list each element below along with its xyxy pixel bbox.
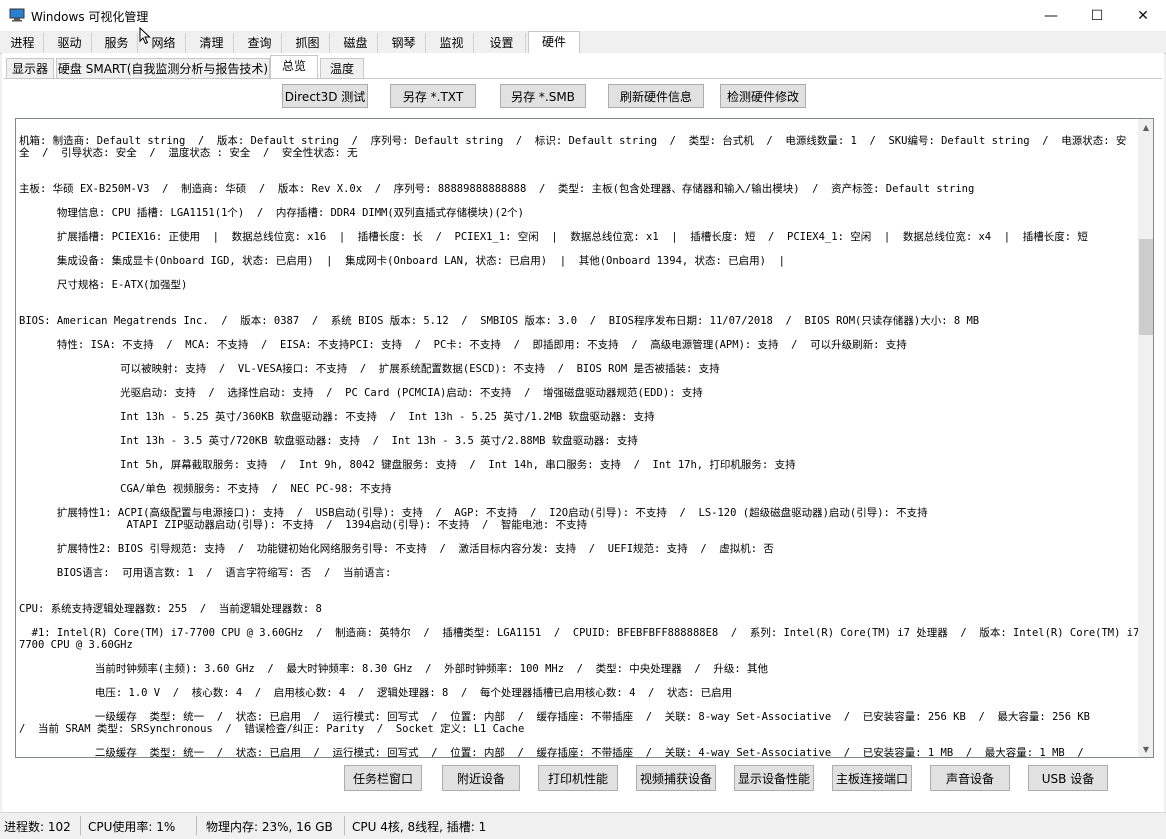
close-button[interactable]: ✕	[1120, 0, 1166, 31]
status-separator	[80, 816, 81, 835]
text-line: Int 13h - 3.5 英寸/720KB 软盘驱动器: 支持 / Int 1…	[19, 435, 638, 447]
window-title: Windows 可视化管理	[31, 10, 149, 24]
text-line: 扩展特性1: ACPI(高级配置与电源接口): 支持 / USB启动(引导): …	[19, 507, 928, 519]
text-line: / 当前 SRAM 类型: SRSynchronous / 错误检查/纠正: P…	[19, 723, 525, 735]
video-capture-button[interactable]: 视频捕获设备	[636, 765, 716, 791]
hardware-panel: 显示器 硬盘 SMART(自我监测分析与报告技术) 总览 温度 Direct3D…	[2, 53, 1164, 812]
app-icon	[9, 8, 25, 22]
maximize-button[interactable]: ☐	[1074, 0, 1120, 31]
text-line: 可以被映射: 支持 / VL-VESA接口: 不支持 / 扩展系统配置数据(ES…	[19, 363, 720, 375]
refresh-hardware-button[interactable]: 刷新硬件信息	[608, 84, 704, 108]
status-bar: 进程数: 102 CPU使用率: 1% 物理内存: 23%, 16 GB CPU…	[0, 812, 1166, 839]
text-line: 7700 CPU @ 3.60GHz	[19, 639, 133, 651]
text-line: #1: Intel(R) Core(TM) i7-7700 CPU @ 3.60…	[19, 627, 1146, 639]
text-line: CPU: 系统支持逻辑处理器数: 255 / 当前逻辑处理器数: 8	[19, 603, 322, 615]
minimize-icon: —	[1044, 7, 1058, 24]
text-line: BIOS语言: 可用语言数: 1 / 语言字符缩写: 否 / 当前语言:	[19, 567, 392, 579]
text-line: 集成设备: 集成显卡(Onboard IGD, 状态: 已启用) | 集成网卡(…	[19, 255, 785, 267]
text-line: 特性: ISA: 不支持 / MCA: 不支持 / EISA: 不支持PCI: …	[19, 339, 907, 351]
scrollbar-thumb[interactable]	[1139, 239, 1153, 335]
text-line: BIOS: American Megatrends Inc. / 版本: 038…	[19, 315, 980, 327]
text-line: CGA/单色 视频服务: 不支持 / NEC PC-98: 不支持	[19, 483, 392, 495]
tab-clean[interactable]: 清理	[190, 33, 234, 53]
text-line: 一级缓存 类型: 统一 / 状态: 已启用 / 运行模式: 回写式 / 位置: …	[19, 711, 1091, 723]
close-icon: ✕	[1137, 7, 1149, 24]
main-tab-bar: 进程 驱动 服务 网络 清理 查询 抓图 磁盘 钢琴 监视 设置 硬件	[0, 31, 1166, 54]
text-line: 机箱: 制造商: Default string / 版本: Default st…	[19, 135, 1127, 147]
motherboard-ports-button[interactable]: 主板连接端口	[832, 765, 912, 791]
text-line: 电压: 1.0 V / 核心数: 4 / 启用核心数: 4 / 逻辑处理器: 8…	[19, 687, 733, 699]
status-separator	[344, 816, 345, 835]
status-separator	[196, 816, 197, 835]
tab-process[interactable]: 进程	[2, 33, 44, 53]
display-performance-button[interactable]: 显示设备性能	[734, 765, 814, 791]
tab-hardware[interactable]: 硬件	[528, 31, 580, 54]
title-bar: Windows 可视化管理 — ☐ ✕	[0, 0, 1166, 31]
subtab-smart[interactable]: 硬盘 SMART(自我监测分析与报告技术)	[56, 58, 270, 78]
subtab-divider	[4, 78, 1162, 79]
taskbar-window-button[interactable]: 任务栏窗口	[344, 765, 422, 791]
text-line: 扩展特性2: BIOS 引导规范: 支持 / 功能键初始化网络服务引导: 不支持…	[19, 543, 774, 555]
status-memory: 物理内存: 23%, 16 GB	[206, 820, 333, 834]
scroll-up-arrow-icon[interactable]: ▲	[1138, 119, 1153, 135]
maximize-icon: ☐	[1090, 7, 1104, 24]
tab-piano[interactable]: 钢琴	[382, 33, 426, 53]
detect-hardware-change-button[interactable]: 检测硬件修改	[720, 84, 806, 108]
tab-disk[interactable]: 磁盘	[334, 33, 378, 53]
printer-performance-button[interactable]: 打印机性能	[538, 765, 618, 791]
text-line: 当前时钟频率(主频): 3.60 GHz / 最大时钟频率: 8.30 GHz …	[19, 663, 769, 675]
save-txt-button[interactable]: 另存 *.TXT	[390, 84, 476, 108]
tab-driver[interactable]: 驱动	[48, 33, 92, 53]
text-line: 尺寸规格: E-ATX(加强型)	[19, 279, 188, 291]
vertical-scrollbar[interactable]: ▲ ▼	[1138, 119, 1153, 757]
status-process-count: 进程数: 102	[4, 820, 71, 834]
subtab-temperature[interactable]: 温度	[320, 58, 364, 78]
text-line: 物理信息: CPU 插槽: LGA1151(1个) / 内存插槽: DDR4 D…	[19, 207, 524, 219]
text-line: 全 / 引导状态: 安全 / 温度状态 : 安全 / 安全性状态: 无	[19, 147, 358, 159]
status-cpu-info: CPU 4核, 8线程, 插槽: 1	[352, 820, 487, 834]
tab-monitor[interactable]: 监视	[430, 33, 474, 53]
minimize-button[interactable]: —	[1028, 0, 1074, 31]
text-line: Int 13h - 5.25 英寸/360KB 软盘驱动器: 不支持 / Int…	[19, 411, 655, 423]
mouse-cursor-icon	[139, 27, 151, 45]
scroll-down-arrow-icon[interactable]: ▼	[1138, 741, 1153, 757]
status-cpu-usage: CPU使用率: 1%	[88, 820, 176, 834]
save-smb-button[interactable]: 另存 *.SMB	[500, 84, 586, 108]
text-line: 扩展插槽: PCIEX16: 正使用 | 数据总线位宽: x16 | 插槽长度:…	[19, 231, 1088, 243]
tab-settings[interactable]: 设置	[478, 33, 526, 53]
text-line: ATAPI ZIP驱动器启动(引导): 不支持 / 1394启动(引导): 不支…	[19, 519, 588, 531]
direct3d-test-button[interactable]: Direct3D 测试	[282, 84, 368, 108]
text-line: Int 5h, 屏幕截取服务: 支持 / Int 9h, 8042 键盘服务: …	[19, 459, 796, 471]
subtab-display[interactable]: 显示器	[6, 58, 54, 78]
hardware-overview-textbox[interactable]: 机箱: 制造商: Default string / 版本: Default st…	[15, 118, 1154, 758]
text-line: 二级缓存 类型: 统一 / 状态: 已启用 / 运行模式: 回写式 / 位置: …	[19, 747, 1084, 758]
tab-capture[interactable]: 抓图	[286, 33, 330, 53]
tab-service[interactable]: 服务	[96, 33, 138, 53]
sound-devices-button[interactable]: 声音设备	[930, 765, 1010, 791]
nearby-devices-button[interactable]: 附近设备	[442, 765, 520, 791]
text-line: 主板: 华硕 EX-B250M-V3 / 制造商: 华硕 / 版本: Rev X…	[19, 183, 975, 195]
subtab-overview[interactable]: 总览	[270, 55, 318, 79]
text-line: 光驱启动: 支持 / 选择性启动: 支持 / PC Card (PCMCIA)启…	[19, 387, 703, 399]
usb-devices-button[interactable]: USB 设备	[1028, 765, 1108, 791]
tab-query[interactable]: 查询	[238, 33, 282, 53]
